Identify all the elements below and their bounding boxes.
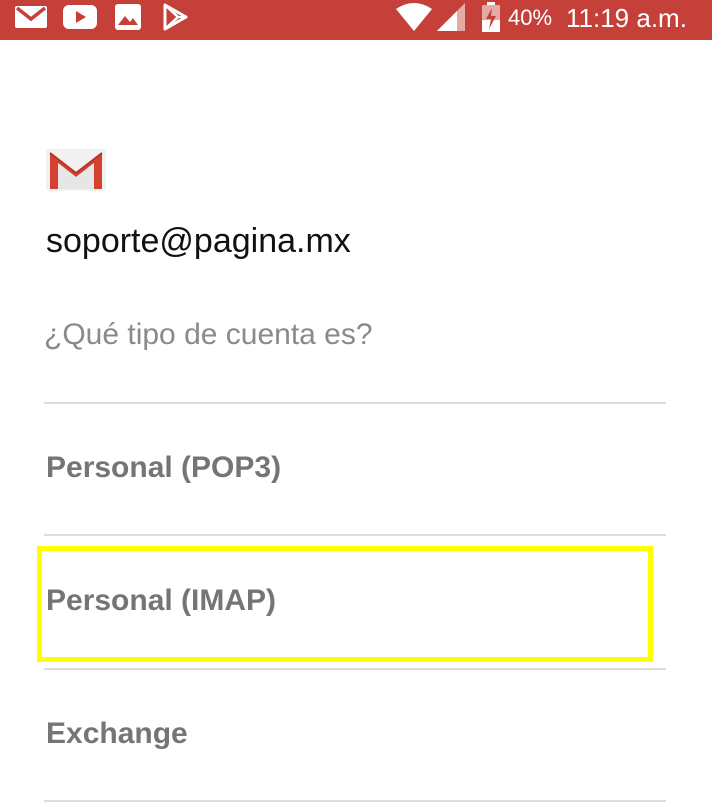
divider (44, 800, 666, 802)
signal-icon (436, 0, 466, 34)
divider (44, 534, 666, 536)
option-label: Personal (POP3) (46, 451, 282, 484)
account-type-question: ¿Qué tipo de cuenta es? (44, 318, 373, 351)
option-label: Exchange (46, 717, 188, 750)
option-personal-imap[interactable]: Personal (IMAP) (44, 546, 666, 656)
option-exchange[interactable]: Exchange (44, 679, 666, 789)
youtube-icon (62, 0, 98, 34)
divider (44, 668, 666, 670)
battery-percentage: 40% (508, 5, 553, 30)
wifi-icon (394, 0, 434, 34)
photos-icon (114, 0, 142, 34)
battery-charging-icon (480, 0, 502, 34)
gmail-logo-icon (44, 145, 108, 193)
gmail-icon (14, 0, 48, 34)
play-store-icon (160, 0, 190, 34)
status-time: 11:19 a.m. (566, 3, 687, 33)
option-label: Personal (IMAP) (46, 584, 277, 617)
status-bar: 40% 11:19 a.m. (0, 0, 712, 40)
divider (44, 402, 666, 404)
option-personal-pop3[interactable]: Personal (POP3) (44, 413, 666, 523)
account-email: soporte@pagina.mx (46, 222, 351, 260)
